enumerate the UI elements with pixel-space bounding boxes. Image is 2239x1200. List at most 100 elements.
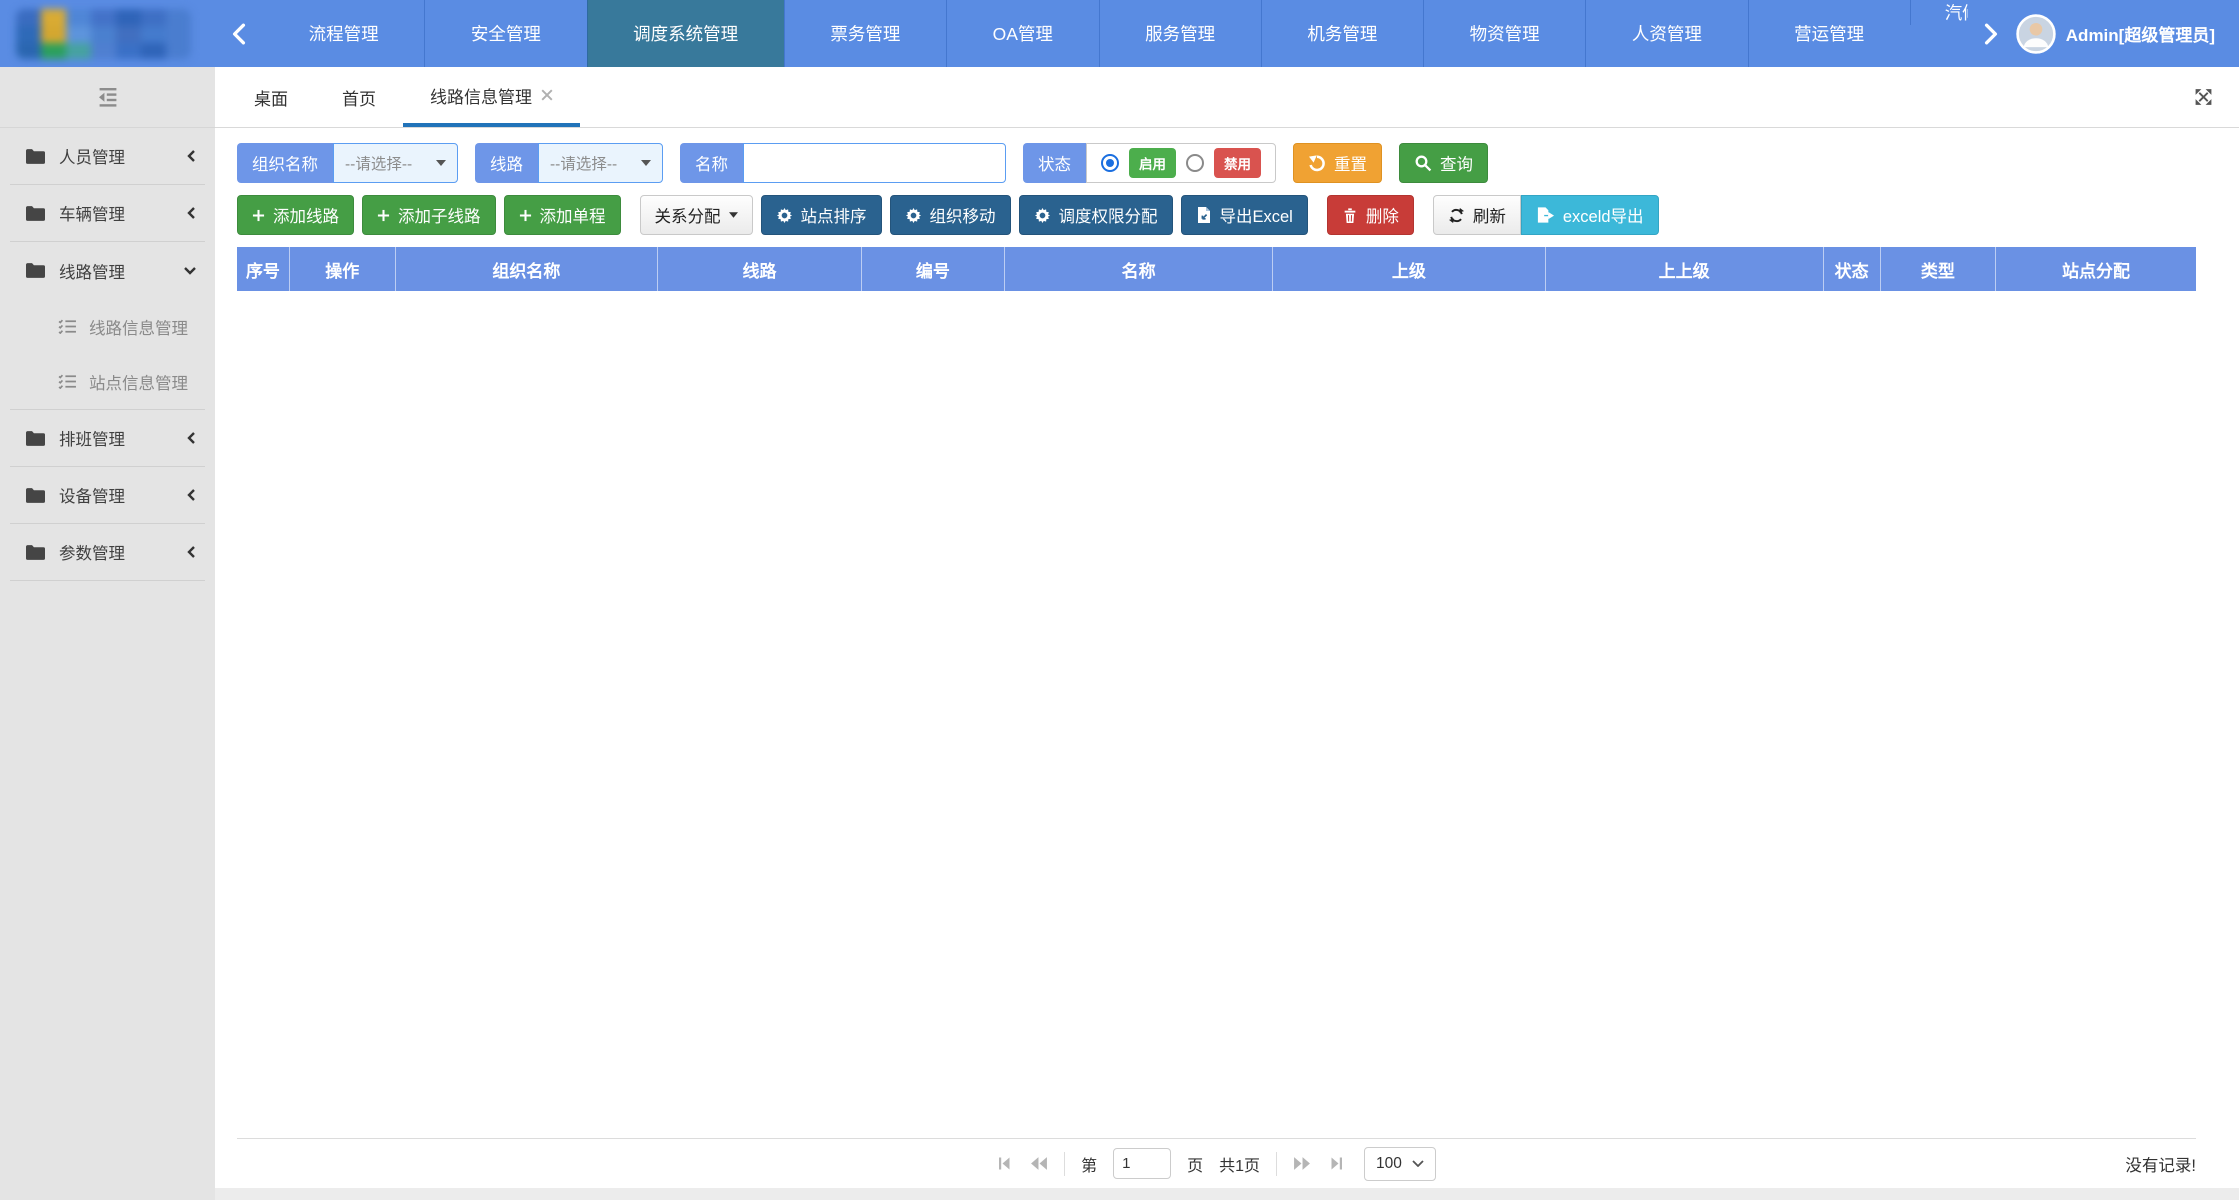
chevron-left-icon — [186, 206, 197, 220]
folder-icon — [26, 206, 45, 221]
col-org-name[interactable]: 组织名称 — [396, 247, 659, 291]
plus-icon — [519, 209, 532, 222]
sidebar-subitem-route-info[interactable]: 线路信息管理 — [0, 299, 215, 354]
toolbar: 添加线路 添加子线路 添加单程 关系分配 站点排序 组织移动 — [237, 195, 2196, 235]
last-page-icon[interactable] — [1327, 1156, 1344, 1171]
nav-item-service[interactable]: 服务管理 — [1099, 0, 1261, 67]
nav-item-operations[interactable]: 营运管理 — [1748, 0, 1910, 67]
name-filter-label: 名称 — [680, 143, 743, 183]
dispatch-permission-button[interactable]: 调度权限分配 — [1019, 195, 1173, 235]
col-parent[interactable]: 上级 — [1273, 247, 1545, 291]
col-grandparent[interactable]: 上上级 — [1546, 247, 1824, 291]
gear-icon — [1034, 207, 1051, 224]
folder-icon — [26, 263, 45, 278]
page-size-select[interactable]: 100 — [1364, 1147, 1436, 1181]
col-index[interactable]: 序号 — [237, 247, 290, 291]
tab-desktop[interactable]: 桌面 — [227, 67, 315, 127]
delete-button[interactable]: 删除 — [1327, 195, 1414, 235]
nav-item-crew[interactable]: 机务管理 — [1261, 0, 1423, 67]
gear-icon — [776, 207, 793, 224]
tab-home[interactable]: 首页 — [315, 67, 403, 127]
add-line-button[interactable]: 添加线路 — [237, 195, 354, 235]
status-enabled-badge[interactable]: 启用 — [1129, 148, 1176, 178]
fullscreen-icon[interactable] — [2194, 88, 2213, 107]
sidebar-item-scheduling[interactable]: 排班管理 — [10, 410, 205, 467]
export-excel-button[interactable]: 导出Excel — [1181, 195, 1308, 235]
content-area: 桌面 首页 线路信息管理 组织名称 --请选择-- 线路 — [215, 67, 2239, 1200]
reset-button[interactable]: 重置 — [1293, 143, 1382, 183]
table-body-empty — [237, 291, 2196, 1138]
sidebar-item-parameters[interactable]: 参数管理 — [10, 524, 205, 581]
sidebar-item-route[interactable]: 线路管理 — [10, 242, 205, 299]
sidebar-item-equipment[interactable]: 设备管理 — [10, 467, 205, 524]
status-disabled-radio[interactable] — [1186, 154, 1204, 172]
sidebar-item-label: 线路管理 — [59, 259, 169, 283]
sidebar: 人员管理 车辆管理 线路管理 线路信息管理 站点信息管理 排班管理 设备管理 参… — [0, 67, 215, 1200]
org-name-select[interactable]: --请选择-- — [333, 143, 458, 183]
first-page-icon[interactable] — [997, 1156, 1014, 1171]
folder-icon — [26, 488, 45, 503]
sidebar-item-label: 排班管理 — [59, 426, 172, 450]
tab-route-info[interactable]: 线路信息管理 — [403, 67, 580, 127]
excel-export-button[interactable]: exceld导出 — [1521, 195, 1659, 235]
col-station-assign[interactable]: 站点分配 — [1996, 247, 2196, 291]
sidebar-item-vehicle[interactable]: 车辆管理 — [10, 185, 205, 242]
col-code[interactable]: 编号 — [862, 247, 1005, 291]
add-subline-button[interactable]: 添加子线路 — [362, 195, 496, 235]
nav-scroll-right-button[interactable] — [1976, 23, 2006, 45]
sidebar-item-label: 参数管理 — [59, 540, 172, 564]
file-arrow-right-icon — [1536, 206, 1555, 224]
sidebar-subitem-label: 站点信息管理 — [89, 370, 188, 394]
nav-item-safety[interactable]: 安全管理 — [424, 0, 586, 67]
status-disabled-badge[interactable]: 禁用 — [1214, 148, 1261, 178]
nav-item-materials[interactable]: 物资管理 — [1423, 0, 1585, 67]
plus-icon — [252, 209, 265, 222]
sidebar-subitem-station-info[interactable]: 站点信息管理 — [0, 354, 215, 409]
plus-icon — [377, 209, 390, 222]
station-sort-button[interactable]: 站点排序 — [761, 195, 882, 235]
name-input[interactable] — [743, 143, 1006, 183]
total-pages-label: 共1页 — [1219, 1152, 1260, 1176]
add-single-trip-button[interactable]: 添加单程 — [504, 195, 621, 235]
chevron-left-icon — [186, 488, 197, 502]
pagination-bar: 第 页 共1页 100 没有记录! — [237, 1138, 2196, 1188]
chevron-down-icon — [1412, 1160, 1424, 1167]
page-number-input[interactable] — [1113, 1148, 1171, 1179]
caret-down-icon — [641, 160, 651, 166]
undo-icon — [1308, 154, 1326, 172]
org-move-button[interactable]: 组织移动 — [890, 195, 1011, 235]
tabbar: 桌面 首页 线路信息管理 — [215, 67, 2239, 128]
col-status[interactable]: 状态 — [1824, 247, 1881, 291]
relation-assign-button[interactable]: 关系分配 — [640, 195, 753, 235]
col-line[interactable]: 线路 — [658, 247, 862, 291]
sidebar-item-personnel[interactable]: 人员管理 — [10, 128, 205, 185]
nav-scroll-left-button[interactable] — [215, 0, 263, 67]
avatar[interactable] — [2016, 14, 2056, 54]
nav-item-ticketing[interactable]: 票务管理 — [784, 0, 946, 67]
sidebar-item-label: 人员管理 — [59, 144, 172, 168]
sidebar-subitem-label: 线路信息管理 — [89, 315, 188, 339]
nav-item-oa[interactable]: OA管理 — [946, 0, 1099, 67]
nav-item-hr[interactable]: 人资管理 — [1585, 0, 1747, 67]
prev-page-icon[interactable] — [1030, 1156, 1048, 1171]
status-enabled-radio[interactable] — [1101, 154, 1119, 172]
col-actions[interactable]: 操作 — [290, 247, 396, 291]
nav-item-process[interactable]: 流程管理 — [263, 0, 424, 67]
col-name[interactable]: 名称 — [1005, 247, 1273, 291]
filter-row: 组织名称 --请选择-- 线路 --请选择-- 名称 状态 — [237, 143, 2196, 183]
next-page-icon[interactable] — [1293, 1156, 1311, 1171]
current-user-label[interactable]: Admin[超级管理员] — [2066, 21, 2215, 46]
chevron-left-icon — [186, 545, 197, 559]
caret-down-icon — [729, 212, 738, 218]
nav-item-repair[interactable]: 汽修管理 — [1910, 0, 1968, 25]
line-select[interactable]: --请选择-- — [538, 143, 663, 183]
refresh-button[interactable]: 刷新 — [1433, 195, 1521, 235]
close-icon[interactable] — [541, 89, 553, 101]
table-header: 序号 操作 组织名称 线路 编号 名称 上级 上上级 状态 类型 站点分配 — [237, 247, 2196, 291]
sidebar-item-label: 设备管理 — [59, 483, 172, 507]
chevron-down-icon — [183, 266, 197, 276]
nav-item-dispatch-system[interactable]: 调度系统管理 — [587, 0, 784, 67]
search-button[interactable]: 查询 — [1399, 143, 1488, 183]
sidebar-collapse-button[interactable] — [0, 67, 215, 128]
col-type[interactable]: 类型 — [1881, 247, 1997, 291]
